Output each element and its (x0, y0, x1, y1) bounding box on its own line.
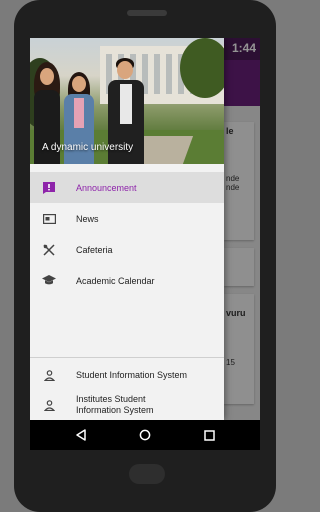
drawer-menu: Announcement News Cafeteria Academic Cal… (30, 172, 224, 296)
system-navigation-bar (30, 420, 260, 450)
shirt (120, 84, 132, 124)
menu-item-label: Student Information System (76, 369, 188, 380)
person-icon (42, 398, 56, 412)
menu-item-cafeteria[interactable]: Cafeteria (30, 234, 224, 265)
menu-item-label: News (76, 213, 99, 224)
menu-item-announcement[interactable]: Announcement (30, 172, 224, 203)
menu-item-label: Cafeteria (76, 244, 113, 255)
drawer-divider (30, 357, 224, 358)
header-caption: A dynamic university (42, 142, 134, 153)
cutlery-icon (42, 243, 56, 257)
back-icon[interactable] (74, 428, 88, 442)
menu-item-student-information-system[interactable]: Student Information System (30, 362, 224, 388)
home-icon[interactable] (138, 428, 152, 442)
graduation-cap-icon (42, 274, 56, 288)
recents-icon[interactable] (202, 428, 216, 442)
person-icon (42, 368, 56, 382)
menu-item-news[interactable]: News (30, 203, 224, 234)
drawer-bottom-menu: Student Information System Institutes St… (30, 362, 224, 420)
phone-chin (129, 464, 165, 484)
menu-item-label: Announcement (76, 182, 137, 193)
news-icon (42, 212, 56, 226)
announcement-icon (42, 181, 56, 195)
scarf (74, 98, 84, 128)
screen: 1:44 le nde nde vuru 15 A dynamic univer… (30, 38, 260, 450)
menu-item-academic-calendar[interactable]: Academic Calendar (30, 265, 224, 296)
drawer-header-image: A dynamic university (30, 38, 224, 164)
menu-item-label: Institutes Student Information System (76, 394, 154, 415)
speaker-grille (127, 10, 167, 16)
menu-item-label: Academic Calendar (76, 275, 155, 286)
menu-item-institutes-student-information-system[interactable]: Institutes Student Information System (30, 388, 224, 420)
tree (180, 38, 224, 98)
navigation-drawer: A dynamic university Announcement News C… (30, 38, 224, 420)
